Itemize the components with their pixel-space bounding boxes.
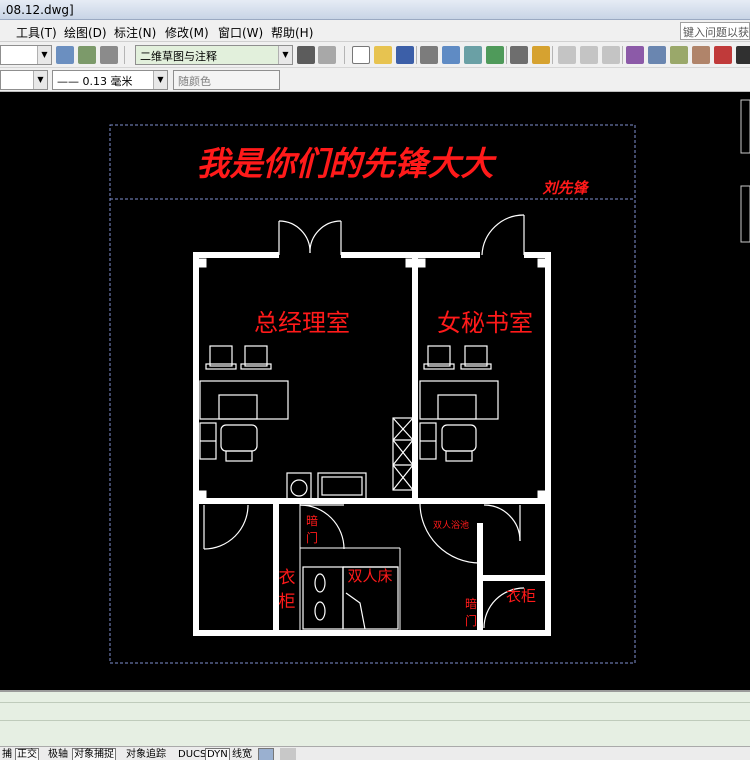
title-bar: .08.12.dwg] — [0, 0, 750, 20]
room-label-manager: 总经理室 — [254, 309, 350, 337]
status-bar: 捕 正交 极轴 对象捕捉 对象追踪 DUCS DYN 线宽 — [0, 746, 750, 760]
lineweight-combo[interactable]: —— 0.13 毫米 ▼ — [52, 70, 168, 90]
layer-state-icon[interactable] — [78, 46, 96, 64]
drawing-title: 我是你们的先锋大大 — [197, 144, 498, 183]
layer-previous-icon[interactable] — [100, 46, 118, 64]
save-icon[interactable] — [396, 46, 414, 64]
lower-left-door — [203, 504, 249, 550]
properties-icon[interactable] — [626, 46, 644, 64]
drawing-author: 刘先锋 — [542, 179, 589, 197]
floor-plan-drawing: 我是你们的先锋大大 刘先锋 总经理室 女秘书室 衣 柜 双人床 衣柜 暗 门 暗… — [109, 99, 750, 664]
open-folder-icon[interactable] — [374, 46, 392, 64]
help-search-input[interactable]: 键入问题以获取 — [680, 22, 750, 40]
lineweight-value: —— 0.13 毫米 — [57, 75, 133, 88]
toolbar-separator — [622, 46, 623, 64]
menu-help[interactable]: 帮助(H) — [271, 24, 313, 41]
standard-toolbar: ▼ 二维草图与注释 ▼ — [0, 42, 750, 68]
menu-bar: 工具(T) 绘图(D) 标注(N) 修改(M) 窗口(W) 帮助(H) 键入问题… — [0, 20, 750, 42]
room-label-wardrobe-left-1: 衣 — [279, 568, 296, 588]
toolbar-separator — [124, 46, 125, 64]
toolbar-separator — [344, 46, 345, 64]
command-history-line — [0, 702, 750, 703]
room-label-wardrobe-right: 衣柜 — [506, 587, 536, 605]
layout-icon[interactable] — [280, 748, 296, 760]
room-label-double-bath: 双人浴池 — [433, 519, 469, 531]
room-label-wardrobe-left-2: 柜 — [279, 592, 296, 612]
bath-door — [419, 502, 481, 564]
room-label-double-bed: 双人床 — [347, 567, 392, 585]
cut-icon[interactable] — [510, 46, 528, 64]
otrack-toggle[interactable]: 对象追踪 — [124, 748, 168, 760]
command-input-line — [0, 720, 750, 721]
match-properties-icon[interactable] — [532, 46, 550, 64]
undo-icon[interactable] — [558, 46, 576, 64]
entrance-double-door — [278, 220, 342, 255]
new-file-icon[interactable] — [352, 46, 370, 64]
osnap-toggle[interactable]: 对象捕捉 — [72, 748, 116, 760]
side-viewport-frame — [740, 99, 750, 154]
plot-style-value: 随颜色 — [178, 75, 211, 88]
markup-icon[interactable] — [714, 46, 732, 64]
model-icon[interactable] — [258, 748, 274, 760]
toolbar-separator — [552, 46, 553, 64]
layer-combo[interactable]: ▼ — [0, 45, 52, 65]
workspace-combo[interactable]: 二维草图与注释 ▼ — [135, 45, 293, 65]
print-icon[interactable] — [420, 46, 438, 64]
lineweight-toggle[interactable]: 线宽 — [230, 748, 254, 760]
calculator-icon[interactable] — [736, 46, 750, 64]
room-label-dark-door-right-1: 暗 — [465, 596, 477, 611]
right-side-door — [483, 504, 521, 542]
layer-icon[interactable] — [56, 46, 74, 64]
toolbar-separator — [506, 46, 507, 64]
menu-window[interactable]: 窗口(W) — [218, 24, 263, 41]
menu-tools[interactable]: 工具(T) — [16, 24, 57, 41]
chevron-down-icon: ▼ — [278, 46, 292, 64]
tool-palettes-icon[interactable] — [670, 46, 688, 64]
secretary-furniture — [419, 345, 499, 462]
chevron-down-icon: ▼ — [153, 71, 167, 89]
toolbar-separator — [416, 46, 417, 64]
menu-dimension[interactable]: 标注(N) — [114, 24, 156, 41]
room-label-dark-door-left-2: 门 — [306, 530, 318, 545]
redo-icon[interactable] — [580, 46, 598, 64]
room-label-dark-door-left-1: 暗 — [306, 513, 318, 528]
publish-icon[interactable] — [464, 46, 482, 64]
room-label-secretary: 女秘书室 — [437, 309, 533, 337]
window-title: .08.12.dwg] — [2, 3, 74, 17]
ortho-toggle[interactable]: 正交 — [15, 748, 39, 760]
chevron-down-icon: ▼ — [37, 46, 51, 64]
design-center-icon[interactable] — [648, 46, 666, 64]
3d-dwf-icon[interactable] — [486, 46, 504, 64]
pan-icon[interactable] — [602, 46, 620, 64]
workspace-label: 二维草图与注释 — [140, 50, 217, 63]
properties-toolbar: ▼ —— 0.13 毫米 ▼ 随颜色 — [0, 68, 750, 92]
menu-draw[interactable]: 绘图(D) — [64, 24, 107, 41]
tool-palette-icon[interactable] — [318, 46, 336, 64]
manager-furniture — [199, 345, 414, 500]
sheet-set-icon[interactable] — [692, 46, 710, 64]
ducs-toggle[interactable]: DUCS — [176, 748, 208, 760]
room-label-dark-door-right-2: 门 — [465, 613, 477, 628]
print-preview-icon[interactable] — [442, 46, 460, 64]
chevron-down-icon: ▼ — [33, 71, 47, 89]
dyn-toggle[interactable]: DYN — [205, 748, 230, 760]
side-viewport-frame — [740, 185, 750, 243]
secretary-door — [481, 214, 525, 256]
menu-modify[interactable]: 修改(M) — [165, 24, 209, 41]
autocad-window: .08.12.dwg] 工具(T) 绘图(D) 标注(N) 修改(M) 窗口(W… — [0, 0, 750, 760]
linetype-combo[interactable]: ▼ — [0, 70, 48, 90]
drawing-canvas[interactable]: 我是你们的先锋大大 刘先锋 总经理室 女秘书室 衣 柜 双人床 衣柜 暗 门 暗… — [0, 93, 750, 690]
polar-toggle[interactable]: 极轴 — [46, 748, 70, 760]
workspace-settings-icon[interactable] — [297, 46, 315, 64]
plot-style-combo[interactable]: 随颜色 — [173, 70, 280, 90]
command-line[interactable] — [0, 690, 750, 746]
snap-toggle[interactable]: 捕 — [0, 748, 14, 760]
